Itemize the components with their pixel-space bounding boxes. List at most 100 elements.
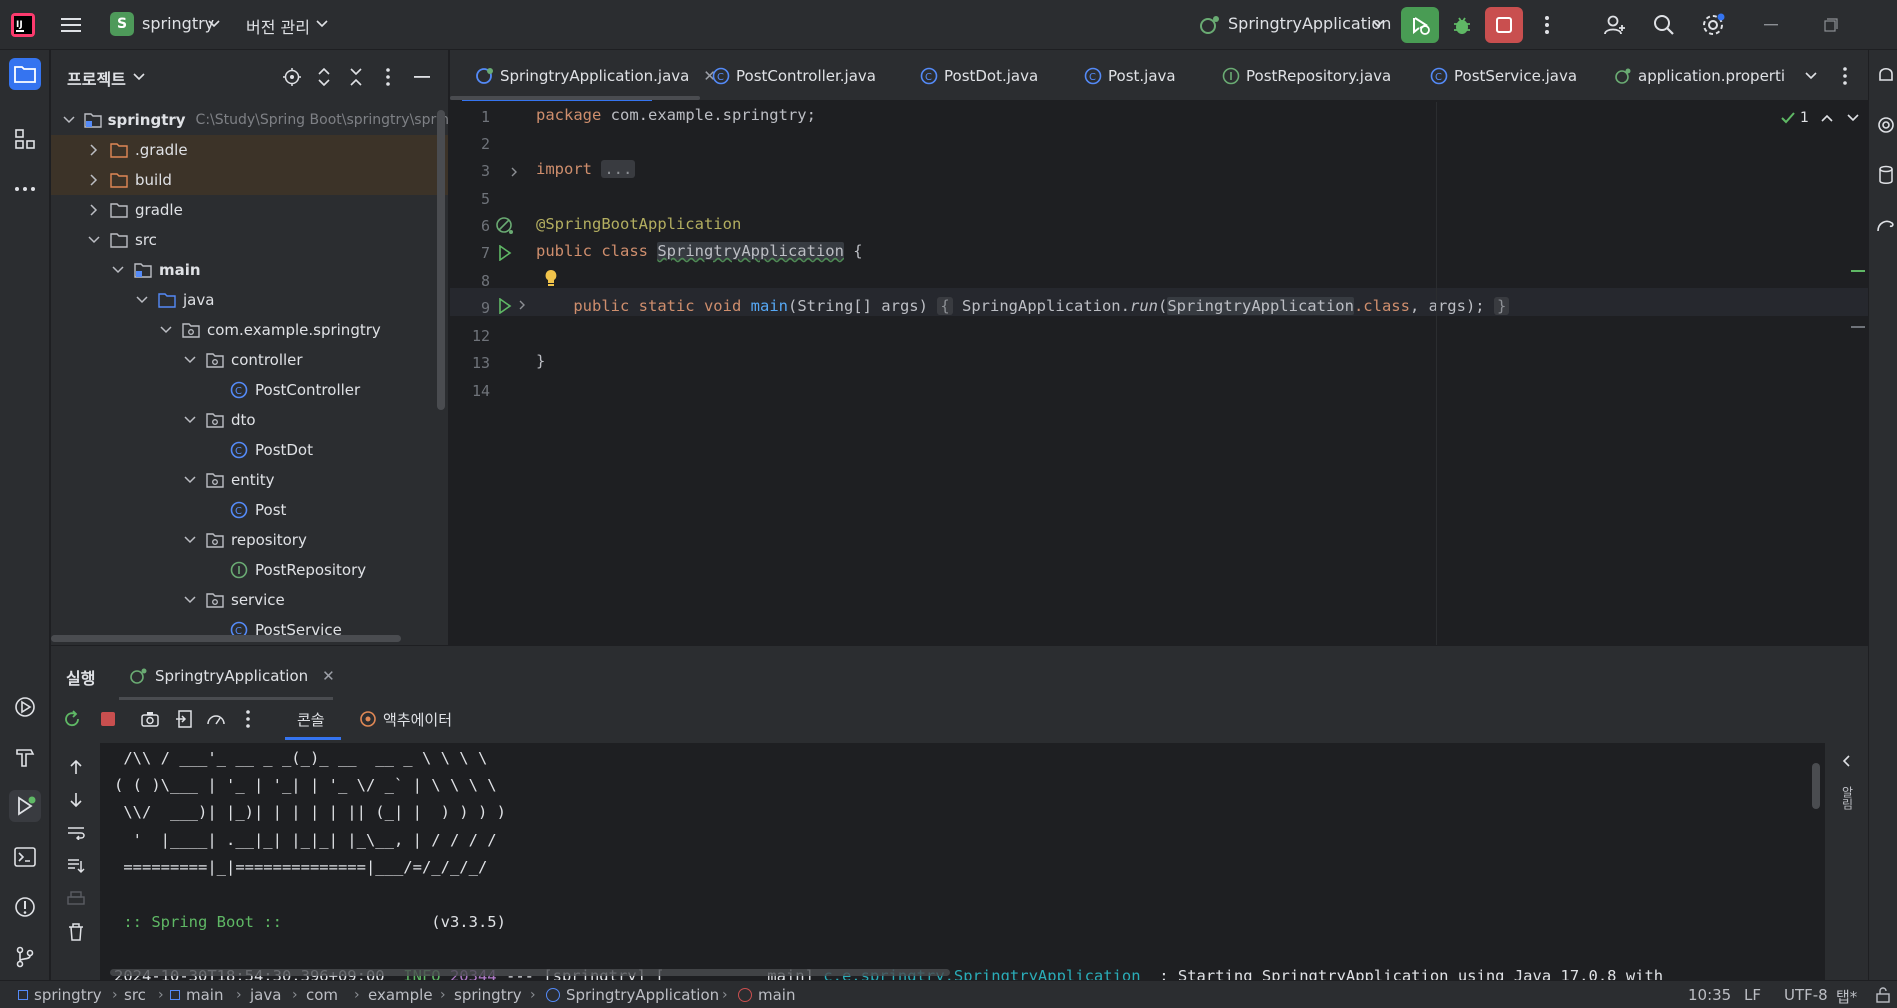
tab-springtry-application[interactable]: SpringtryApplication.java ✕	[462, 50, 716, 101]
line-ending[interactable]: LF	[1744, 986, 1761, 1004]
clear-trash-icon[interactable]	[65, 921, 87, 943]
search-icon[interactable]	[1651, 12, 1677, 38]
scroll-up-icon[interactable]	[65, 756, 87, 778]
spring-bean-gutter-icon[interactable]	[494, 215, 516, 237]
stop-button[interactable]	[1485, 7, 1523, 43]
minimize-icon[interactable]	[1760, 14, 1782, 36]
breadcrumb-example[interactable]: example	[368, 986, 433, 1004]
close-run-tab-icon[interactable]: ✕	[322, 667, 335, 685]
tree-item-main[interactable]: main	[51, 255, 448, 285]
chevron-down-icon[interactable]	[183, 413, 197, 427]
caret-position[interactable]: 10:35	[1688, 986, 1731, 1004]
more-actions-icon[interactable]	[1536, 14, 1558, 36]
tree-item-src[interactable]: src	[51, 225, 448, 255]
notifications-side-label[interactable]: 알림	[1839, 786, 1856, 810]
chevron-down-icon[interactable]	[1372, 18, 1384, 30]
settings-gear-icon[interactable]	[1700, 12, 1726, 38]
breadcrumb-method[interactable]: main	[738, 986, 795, 1004]
chevron-right-icon[interactable]	[87, 143, 101, 157]
intention-bulb-icon[interactable]	[542, 268, 560, 288]
tree-vertical-scrollbar[interactable]	[437, 110, 445, 410]
breadcrumb-com[interactable]: com	[306, 986, 338, 1004]
breadcrumb-class[interactable]: SpringtryApplication	[546, 986, 719, 1004]
tab-console[interactable]: 콘솔	[285, 702, 337, 736]
console-output[interactable]: /\\ / ___'_ __ _ _(_)_ __ __ _ \ \ \ \ (…	[100, 743, 1825, 980]
options-icon[interactable]	[377, 66, 399, 88]
indent-settings[interactable]: 탭*	[1836, 986, 1857, 1007]
hide-panel-icon[interactable]	[411, 66, 433, 88]
restore-icon[interactable]	[1820, 14, 1842, 36]
inspection-check-icon[interactable]	[1780, 110, 1796, 126]
readonly-lock-icon[interactable]	[1874, 986, 1892, 1004]
collapse-side-chevron-icon[interactable]	[1837, 752, 1855, 770]
chevron-down-icon[interactable]	[87, 233, 101, 247]
tree-item-com-example-springtry[interactable]: com.example.springtry	[51, 315, 448, 345]
tree-item-repository[interactable]: repository	[51, 525, 448, 555]
tree-item-postcontroller[interactable]: C PostController	[51, 375, 448, 405]
locate-target-icon[interactable]	[281, 66, 303, 88]
next-highlight-icon[interactable]	[1846, 112, 1860, 124]
profiler-gauge-icon[interactable]	[205, 708, 227, 730]
tab-post-service[interactable]: C PostService.java	[1430, 50, 1577, 101]
console-vertical-scrollbar[interactable]	[1812, 763, 1820, 809]
chevron-down-icon[interactable]	[63, 113, 76, 127]
print-icon[interactable]	[65, 888, 87, 910]
tab-list-chevron-icon[interactable]	[1804, 70, 1818, 82]
tree-horizontal-scrollbar[interactable]	[51, 635, 401, 642]
chevron-down-icon[interactable]	[183, 533, 197, 547]
collapse-all-icon[interactable]	[345, 66, 367, 88]
tree-item-post[interactable]: C Post	[51, 495, 448, 525]
breadcrumb-src[interactable]: src	[124, 986, 146, 1004]
breadcrumb-springtry-package[interactable]: springtry	[454, 986, 522, 1004]
tree-item-controller[interactable]: controller	[51, 345, 448, 375]
scroll-down-icon[interactable]	[65, 789, 87, 811]
project-name[interactable]: springtry	[142, 14, 214, 33]
fold-chevron-icon[interactable]	[508, 165, 520, 179]
soft-wrap-icon[interactable]	[65, 822, 87, 844]
tab-actuator[interactable]: 액추에이터	[351, 702, 460, 736]
chevron-down-icon[interactable]	[133, 71, 145, 83]
vcs-menu[interactable]: 버전 관리	[246, 14, 310, 38]
tree-item-dto[interactable]: dto	[51, 405, 448, 435]
project-badge[interactable]: S	[110, 12, 134, 36]
tree-item-gradle[interactable]: gradle	[51, 195, 448, 225]
tree-item-build[interactable]: build	[51, 165, 448, 195]
ai-assistant-icon[interactable]	[1875, 114, 1897, 136]
inspection-count[interactable]: 1	[1800, 110, 1809, 126]
chevron-down-icon[interactable]	[208, 18, 220, 30]
problems-icon[interactable]	[12, 894, 38, 920]
breadcrumb-java[interactable]: java	[250, 986, 281, 1004]
tree-item-gradle[interactable]: .gradle	[51, 135, 448, 165]
folded-imports[interactable]: ...	[601, 160, 636, 178]
tab-scrollbar[interactable]	[450, 96, 700, 100]
tab-post-controller[interactable]: C PostController.java	[712, 50, 876, 101]
chevron-down-icon[interactable]	[111, 263, 125, 277]
tree-item-service[interactable]: service	[51, 585, 448, 615]
run-gutter-icon[interactable]	[494, 242, 516, 264]
exit-icon[interactable]	[173, 708, 195, 730]
chevron-down-icon[interactable]	[183, 593, 197, 607]
main-menu-icon[interactable]	[60, 14, 82, 36]
services-tool-icon[interactable]	[12, 694, 38, 720]
stop-icon[interactable]	[97, 708, 119, 730]
project-tool-icon[interactable]	[9, 58, 41, 90]
chevron-down-icon[interactable]	[183, 473, 197, 487]
database-icon[interactable]	[1875, 164, 1897, 186]
run-gutter-icon[interactable]	[494, 295, 516, 317]
camera-dump-icon[interactable]	[139, 708, 161, 730]
code-editor[interactable]: 1 2 3 5 6 7 8 9 12 13 14 package com.exa…	[450, 102, 1868, 645]
rerun-button[interactable]	[1401, 7, 1439, 43]
file-encoding[interactable]: UTF-8	[1784, 986, 1828, 1004]
debug-button[interactable]	[1443, 7, 1481, 43]
tree-item-springtry[interactable]: springtry C:\Study\Spring Boot\springtry\…	[51, 105, 448, 135]
tab-options-icon[interactable]	[1838, 66, 1852, 86]
gradle-icon[interactable]	[1875, 214, 1897, 236]
tab-application-properties[interactable]: application.propertie	[1614, 50, 1784, 101]
rerun-icon[interactable]	[61, 708, 83, 730]
breadcrumb-main[interactable]: main	[170, 986, 223, 1004]
run-tab-springtry[interactable]: SpringtryApplication ✕	[129, 656, 335, 696]
fold-chevron-icon[interactable]	[516, 298, 528, 312]
tab-post[interactable]: C Post.java	[1084, 50, 1176, 101]
tree-item-java[interactable]: java	[51, 285, 448, 315]
run-tool-icon[interactable]	[9, 790, 41, 822]
